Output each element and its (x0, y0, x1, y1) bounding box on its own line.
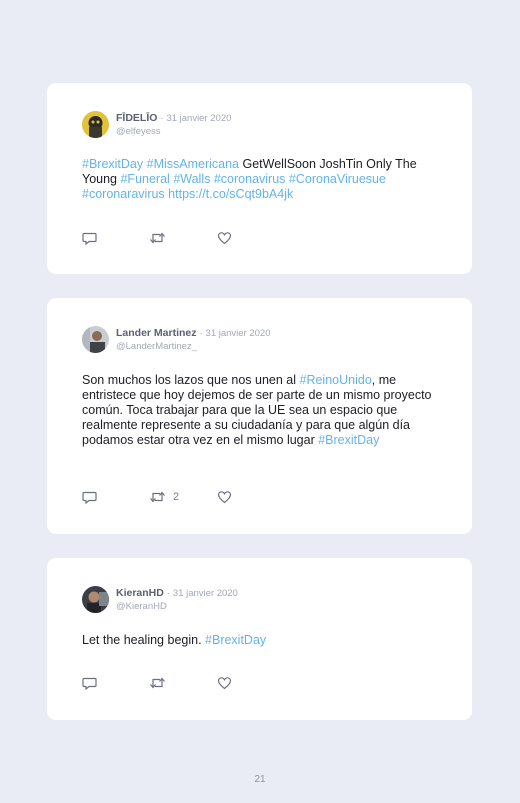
author-line: KieranHD · 31 janvier 2020 (116, 587, 238, 599)
tweet-actions (82, 230, 282, 246)
author-name[interactable]: KieranHD (116, 587, 164, 599)
hashtag-link[interactable]: #ReinoUnido (300, 373, 372, 387)
avatar[interactable] (82, 586, 109, 613)
tweet-card: FĪDELĪO · 31 janvier 2020 @elfeyess #Bre… (47, 83, 472, 274)
retweet-button[interactable] (149, 675, 173, 691)
author-handle[interactable]: @elfeyess (116, 126, 161, 137)
reply-icon (82, 491, 97, 504)
tweet-actions (82, 675, 282, 691)
retweet-count: 2 (173, 491, 180, 503)
separator: · (166, 588, 170, 599)
like-icon (217, 232, 232, 245)
reply-button[interactable] (82, 230, 97, 246)
hashtag-link[interactable]: #coronaravirus (82, 187, 165, 201)
hashtag-link[interactable]: #Funeral (120, 172, 169, 186)
tweet-text: Let the healing begin. #BrexitDay (82, 633, 432, 648)
separator: · (160, 113, 164, 124)
like-icon (217, 491, 232, 504)
tweet-text: Son muchos los lazos que nos unen al #Re… (82, 373, 432, 448)
retweet-icon (150, 232, 165, 244)
retweet-button[interactable] (149, 230, 173, 246)
hashtag-link[interactable]: #Walls (173, 172, 210, 186)
author-handle[interactable]: @KieranHD (116, 601, 167, 612)
tweet-text-run: Son muchos los lazos que nos unen al (82, 373, 300, 387)
reply-button[interactable] (82, 675, 97, 691)
like-button[interactable] (217, 230, 239, 246)
reply-icon (82, 232, 97, 245)
retweet-icon (150, 491, 165, 503)
reply-button[interactable] (82, 489, 97, 505)
author-line: FĪDELĪO · 31 janvier 2020 (116, 112, 231, 124)
tweet-date[interactable]: 31 janvier 2020 (206, 328, 271, 339)
retweet-icon (150, 677, 165, 689)
author-line: Lander Martinez · 31 janvier 2020 (116, 327, 271, 339)
avatar[interactable] (82, 111, 109, 138)
hashtag-link[interactable]: https://t.co/sCqt9bA4jk (168, 187, 293, 201)
hashtag-link[interactable]: #BrexitDay (205, 633, 266, 647)
tweet-text: #BrexitDay #MissAmericana GetWellSoon Jo… (82, 157, 432, 202)
like-icon (217, 677, 232, 690)
retweet-button[interactable]: 2 (149, 489, 179, 505)
tweet-text-run: Let the healing begin. (82, 633, 206, 647)
reply-icon (82, 677, 97, 690)
hashtag-link[interactable]: #coronavirus (214, 172, 286, 186)
page-number: 21 (254, 774, 266, 785)
tweet-date[interactable]: 31 janvier 2020 (173, 588, 238, 599)
hashtag-link[interactable]: #BrexitDay (82, 157, 143, 171)
avatar[interactable] (82, 326, 109, 353)
tweet-card: Lander Martinez · 31 janvier 2020 @Lande… (47, 298, 472, 534)
separator: · (199, 328, 203, 339)
author-name[interactable]: Lander Martinez (116, 327, 197, 339)
author-name[interactable]: FĪDELĪO (116, 112, 157, 124)
like-button[interactable] (217, 675, 239, 691)
hashtag-link[interactable]: #MissAmericana (147, 157, 239, 171)
like-button[interactable] (217, 489, 239, 505)
tweet-actions: 2 (82, 489, 282, 505)
hashtag-link[interactable]: #BrexitDay (318, 433, 379, 447)
tweet-date[interactable]: 31 janvier 2020 (166, 113, 231, 124)
hashtag-link[interactable]: #CoronaViruesue (289, 172, 386, 186)
author-handle[interactable]: @LanderMartinez_ (116, 341, 197, 352)
tweet-card: KieranHD · 31 janvier 2020 @KieranHD Let… (47, 558, 472, 720)
